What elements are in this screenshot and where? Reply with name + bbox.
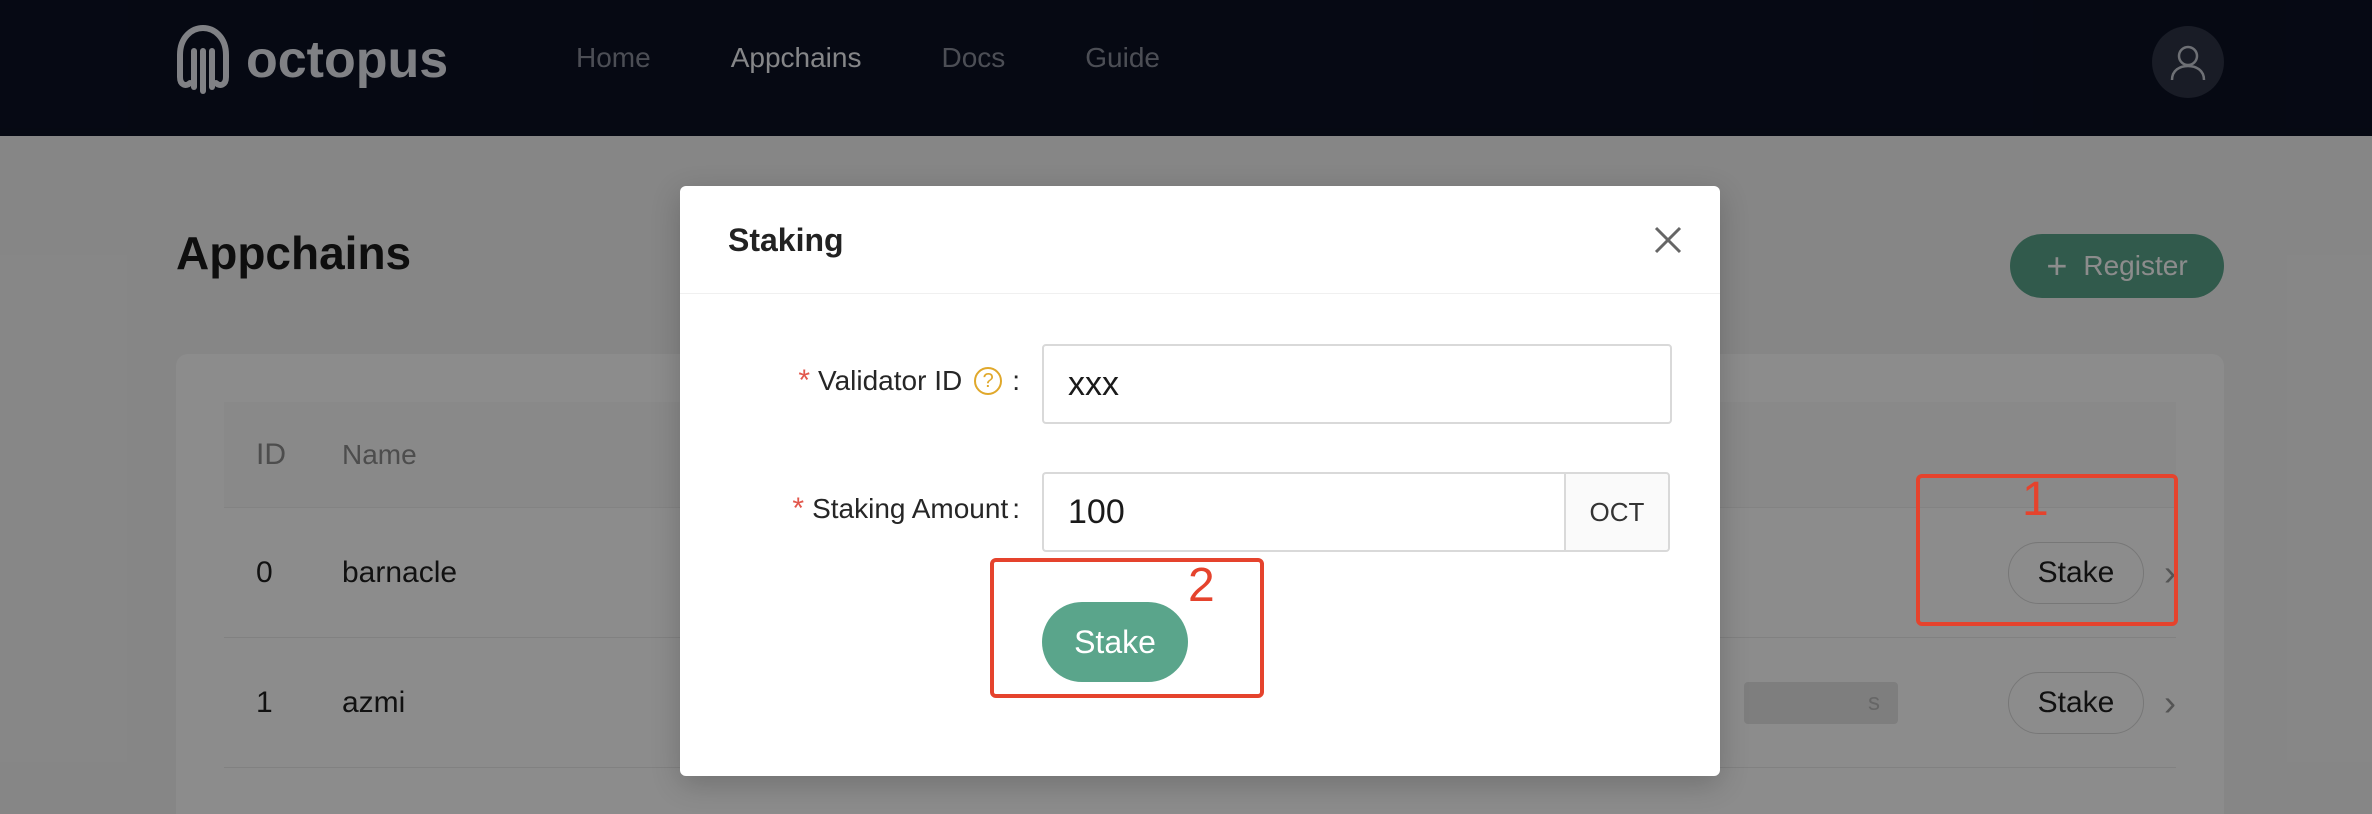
validator-id-row: * Validator ID ? : xxx xyxy=(680,344,1720,424)
validator-id-input[interactable]: xxx xyxy=(1042,344,1672,424)
validator-id-label: * Validator ID ? : xyxy=(798,364,1020,397)
staking-amount-row: * Staking Amount : 100 OCT xyxy=(680,472,1720,552)
close-icon[interactable] xyxy=(1648,220,1688,260)
required-mark: * xyxy=(798,364,810,397)
staking-amount-input[interactable]: 100 xyxy=(1042,472,1566,552)
question-circle-icon[interactable]: ? xyxy=(974,367,1003,395)
staking-modal: Staking * Validator ID ? : xxx * Staking… xyxy=(680,186,1720,776)
required-mark: * xyxy=(792,492,805,525)
modal-header: Staking xyxy=(680,186,1720,294)
annotation-box-step-2 xyxy=(990,558,1264,698)
annotation-number-step-2: 2 xyxy=(1188,559,1215,612)
amount-unit-addon: OCT xyxy=(1564,472,1670,552)
modal-title: Staking xyxy=(728,222,844,258)
annotation-number-step-1: 1 xyxy=(2022,473,2049,526)
staking-amount-label: * Staking Amount : xyxy=(792,492,1020,525)
